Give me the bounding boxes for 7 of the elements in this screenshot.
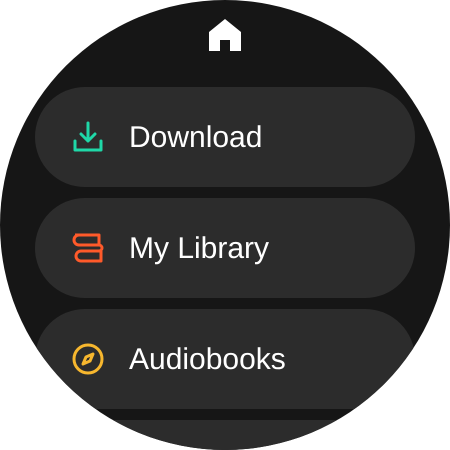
stacked-books-icon <box>71 231 105 265</box>
home-icon[interactable] <box>207 18 243 52</box>
menu-chip[interactable]: Audiobooks <box>35 309 415 409</box>
menu-chip[interactable]: My Library <box>35 198 415 298</box>
menu-chip[interactable]: Download <box>35 87 415 187</box>
compass-icon <box>71 342 105 376</box>
download-icon <box>71 120 105 154</box>
